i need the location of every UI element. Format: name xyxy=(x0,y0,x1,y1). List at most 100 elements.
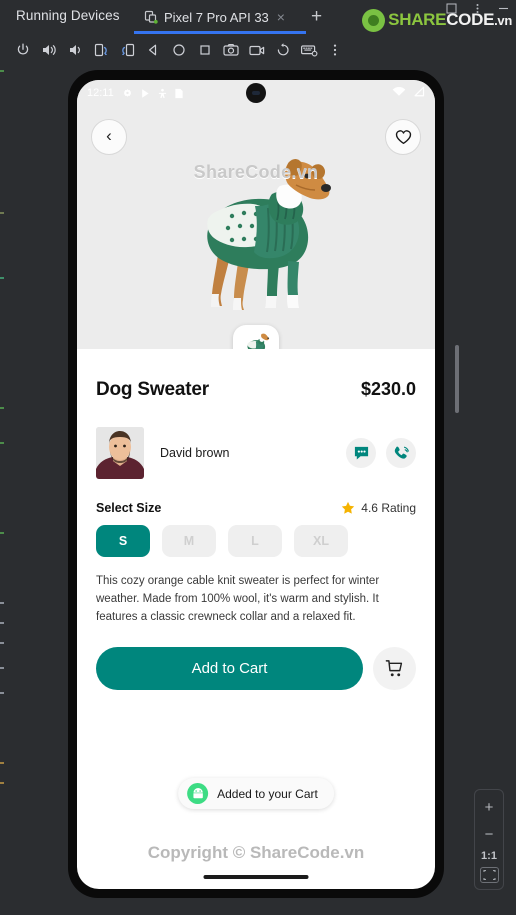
status-bar-notification-icons xyxy=(122,88,184,99)
more-options-button[interactable] xyxy=(322,37,348,63)
gutter-mark xyxy=(0,602,4,604)
gutter-mark xyxy=(0,622,4,624)
logo-text-vn: .vn xyxy=(494,13,512,28)
back-chevron-icon: ‹ xyxy=(106,126,112,145)
phone-call-icon xyxy=(394,446,409,459)
gutter-mark xyxy=(0,407,4,409)
status-bar-system-icons xyxy=(392,86,425,97)
cellular-signal-icon xyxy=(414,86,425,97)
volume-up-button[interactable] xyxy=(36,37,62,63)
device-tab-label: Pixel 7 Pro API 33 xyxy=(164,9,269,25)
product-price: $230.0 xyxy=(360,379,416,399)
tool-window-tabbar: Running Devices Pixel 7 Pro API 33 × + S… xyxy=(0,0,516,34)
back-button[interactable]: ‹ xyxy=(91,119,127,155)
camera-punch-hole xyxy=(246,83,266,103)
android-robot-icon xyxy=(187,783,209,804)
status-bar-clock: 12:11 xyxy=(87,87,114,99)
volume-down-button[interactable] xyxy=(62,37,88,63)
cart-action-row: Add to Cart xyxy=(96,647,416,691)
product-detail-sheet: Dog Sweater $230.0 David brown Select Si… xyxy=(77,349,435,691)
rotate-history-button[interactable] xyxy=(270,37,296,63)
gutter-mark xyxy=(0,532,4,534)
overview-nav-button[interactable] xyxy=(192,37,218,63)
toast-notification: Added to your Cart xyxy=(178,778,334,809)
logo-text-code: CODE xyxy=(446,10,495,29)
gutter-mark xyxy=(0,277,4,279)
gutter-mark xyxy=(0,70,4,72)
sharecode-logo-mark xyxy=(362,8,386,32)
android-status-bar: 12:11 xyxy=(77,80,435,106)
size-and-rating-row: Select Size 4.6 Rating xyxy=(96,501,416,515)
wifi-icon xyxy=(392,86,406,96)
sim-card-icon xyxy=(175,88,183,98)
gutter-mark xyxy=(0,442,4,444)
device-tab[interactable]: Pixel 7 Pro API 33 × xyxy=(138,0,310,34)
heart-outline-icon xyxy=(395,130,411,145)
power-button[interactable] xyxy=(10,37,36,63)
gutter-mark xyxy=(0,762,4,764)
title-price-row: Dog Sweater $230.0 xyxy=(96,379,416,401)
size-option-s[interactable]: S xyxy=(96,525,150,557)
sharecode-logo: SHARECODE.vn xyxy=(362,8,512,32)
product-image-section: ‹ ShareCode.vn xyxy=(77,106,435,371)
rating-display: 4.6 Rating xyxy=(341,501,416,515)
rotate-right-button[interactable] xyxy=(114,37,140,63)
seller-name: David brown xyxy=(160,446,230,460)
home-nav-button[interactable] xyxy=(166,37,192,63)
close-icon[interactable]: × xyxy=(275,10,287,24)
seller-actions xyxy=(346,438,416,468)
add-to-cart-button[interactable]: Add to Cart xyxy=(96,647,363,691)
back-nav-button[interactable] xyxy=(140,37,166,63)
image-watermark: ShareCode.vn xyxy=(193,162,319,182)
zoom-in-button[interactable]: + xyxy=(477,796,501,818)
app-root: Running Devices Pixel 7 Pro API 33 × + S… xyxy=(0,0,516,915)
gutter-mark xyxy=(0,692,4,694)
play-store-icon xyxy=(141,88,149,98)
gutter-mark xyxy=(0,642,4,644)
device-toolbar xyxy=(0,36,516,64)
chat-icon xyxy=(354,446,368,460)
shopping-cart-icon xyxy=(385,660,402,677)
size-options: S M L XL xyxy=(96,525,416,557)
rating-text: 4.6 Rating xyxy=(361,501,416,515)
record-screen-button[interactable] xyxy=(244,37,270,63)
device-scrollbar[interactable] xyxy=(455,345,459,413)
favorite-button[interactable] xyxy=(385,119,421,155)
logo-text-share: SHARE xyxy=(388,10,447,29)
star-icon xyxy=(342,501,355,514)
product-image xyxy=(176,158,336,335)
select-size-label: Select Size xyxy=(96,501,162,515)
size-option-l[interactable]: L xyxy=(228,525,282,557)
tool-window-title: Running Devices xyxy=(16,8,120,23)
seller-row: David brown xyxy=(96,427,416,479)
footer-watermark: Copyright © ShareCode.vn xyxy=(147,843,365,862)
chat-button[interactable] xyxy=(346,438,376,468)
device-screen[interactable]: 12:11 ‹ ShareCode.vn Dog Sweater $230.0 … xyxy=(77,80,435,889)
gutter-mark xyxy=(0,212,4,214)
size-option-xl[interactable]: XL xyxy=(294,525,348,557)
call-button[interactable] xyxy=(386,438,416,468)
screenshot-button[interactable] xyxy=(218,37,244,63)
toast-message: Added to your Cart xyxy=(217,786,318,801)
keyboard-shortcuts-button[interactable] xyxy=(296,37,322,63)
fit-to-screen-icon[interactable] xyxy=(479,867,499,883)
zoom-controls: + − 1:1 xyxy=(474,789,504,890)
editor-gutter-strip[interactable] xyxy=(0,62,5,915)
active-tab-underline xyxy=(134,31,306,34)
actual-size-button[interactable]: 1:1 xyxy=(481,850,497,862)
settings-icon xyxy=(123,88,131,97)
zoom-out-button[interactable]: − xyxy=(477,823,501,845)
device-icon xyxy=(144,10,158,24)
add-device-button[interactable]: + xyxy=(311,7,322,27)
device-frame: 12:11 ‹ ShareCode.vn Dog Sweater $230.0 … xyxy=(68,70,444,898)
gutter-mark xyxy=(0,782,4,784)
avatar[interactable] xyxy=(96,427,144,479)
rotate-left-button[interactable] xyxy=(88,37,114,63)
location-icon xyxy=(158,88,166,98)
size-option-m[interactable]: M xyxy=(162,525,216,557)
gutter-mark xyxy=(0,667,4,669)
product-description: This cozy orange cable knit sweater is p… xyxy=(96,575,380,623)
page-title: Dog Sweater xyxy=(96,379,209,400)
view-cart-button[interactable] xyxy=(373,647,416,691)
home-indicator[interactable] xyxy=(203,875,309,879)
